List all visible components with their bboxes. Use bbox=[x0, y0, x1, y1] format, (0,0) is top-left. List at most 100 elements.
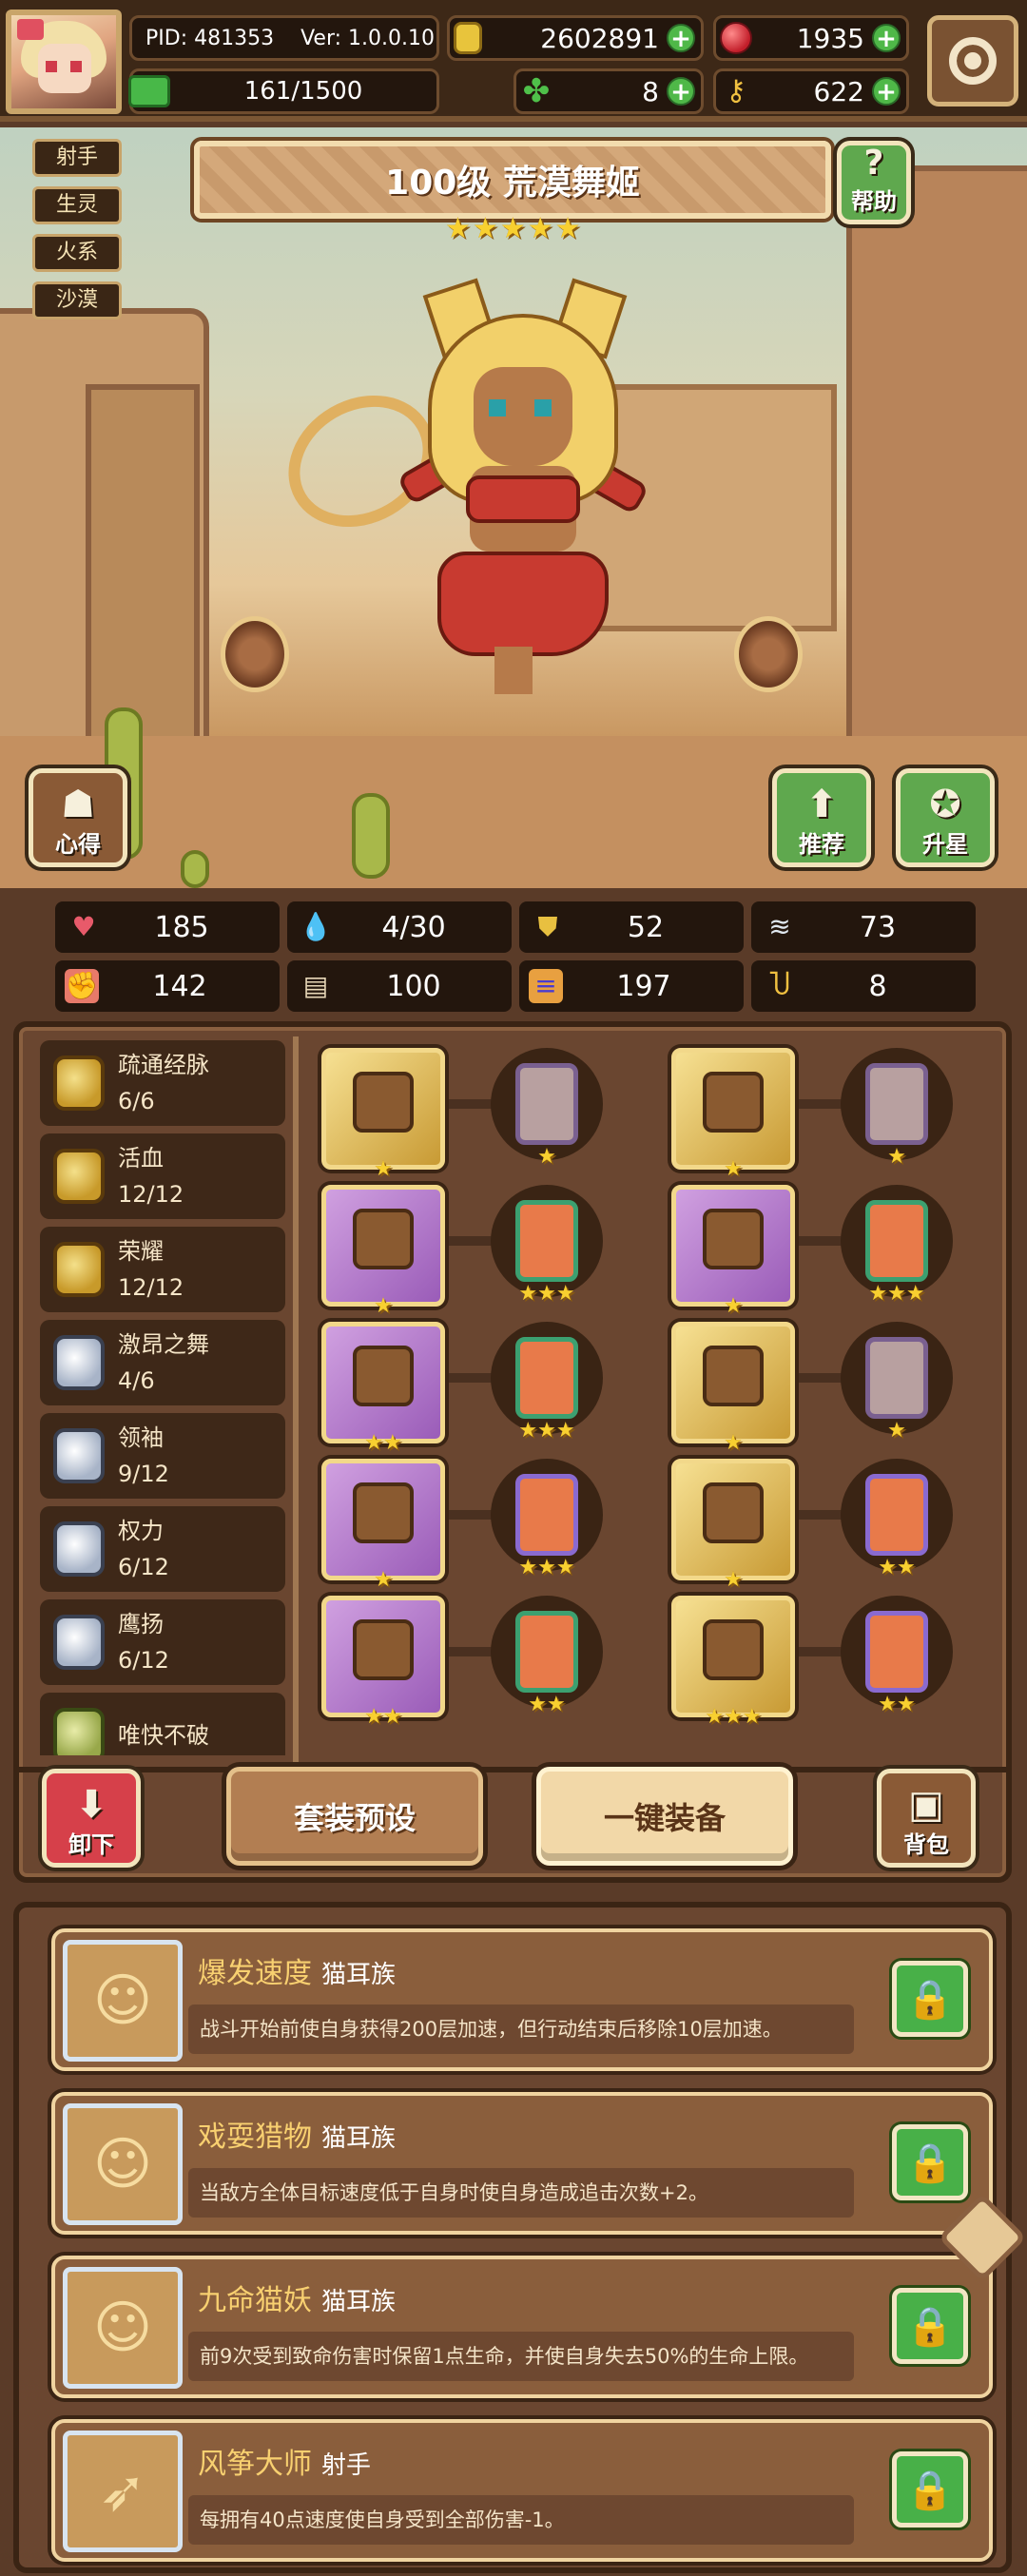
rune-slot[interactable]: ★★ bbox=[841, 1596, 953, 1715]
red-gem-icon bbox=[720, 22, 752, 54]
bow-icon: ➶ bbox=[63, 2431, 183, 2552]
gold-set-icon bbox=[53, 1056, 105, 1111]
skill-tribe: 猫耳族 bbox=[321, 1961, 397, 1989]
set-progress: 12/12 bbox=[118, 1274, 184, 1301]
down-arrow-icon: ⬇ bbox=[75, 1783, 107, 1827]
set-item[interactable]: 荣耀 12/12 bbox=[40, 1227, 285, 1312]
notes-button[interactable]: ☗ 心得 bbox=[29, 768, 127, 867]
skill-tribe: 射手 bbox=[321, 2451, 372, 2480]
set-progress: 6/12 bbox=[118, 1554, 169, 1580]
add-clover-button[interactable]: + bbox=[667, 77, 695, 106]
equip-slot-bracelet[interactable]: ★★ bbox=[321, 1596, 445, 1728]
hero-stars: ★ ★ ★ ★ ★ bbox=[445, 215, 581, 243]
add-gold-button[interactable]: + bbox=[667, 24, 695, 52]
equip-slot-necklace[interactable]: ★★ bbox=[321, 1322, 445, 1454]
equip-slot-helmet[interactable]: ★ bbox=[671, 1048, 795, 1180]
help-button[interactable]: ? 帮助 bbox=[837, 141, 911, 224]
set-item[interactable]: 疏通经脉 6/6 bbox=[40, 1040, 285, 1126]
set-item[interactable]: 活血 12/12 bbox=[40, 1133, 285, 1219]
gold-counter: 2602891 + bbox=[447, 15, 704, 61]
set-name: 领袖 bbox=[118, 1424, 164, 1451]
stat-value: 100 bbox=[386, 969, 441, 1003]
unequip-button[interactable]: ⬇ 卸下 bbox=[42, 1769, 141, 1868]
rune-slot[interactable]: ★★ bbox=[491, 1596, 603, 1715]
equip-slot-boots[interactable]: ★★★ bbox=[671, 1596, 795, 1728]
gem-counter: 1935 + bbox=[713, 15, 909, 61]
fist-icon: ✊ bbox=[65, 969, 99, 1003]
player-avatar[interactable] bbox=[6, 10, 122, 114]
set-item[interactable]: 鹰扬 6/12 bbox=[40, 1599, 285, 1685]
skills-panel: ☺ 爆发速度 猫耳族 战斗开始前使自身获得200层加速，但行动结束后移除10层加速… bbox=[13, 1902, 1012, 2573]
backpack-button[interactable]: ▣ 背包 bbox=[877, 1769, 976, 1868]
rune-slot[interactable]: ★ bbox=[841, 1048, 953, 1168]
lock-icon[interactable]: 🔒 bbox=[892, 2451, 968, 2528]
star-icon: ★ bbox=[445, 212, 471, 245]
set-progress: 6/12 bbox=[118, 1647, 169, 1674]
star-icon: ★ bbox=[554, 212, 581, 245]
gold-set-icon bbox=[53, 1149, 105, 1204]
skill-card[interactable]: ☺ 戏耍猎物 猫耳族 当敌方全体目标速度低于自身时使自身造成追击次数+2。 🔒 bbox=[51, 2092, 993, 2235]
clover-counter: ✤ 8 + bbox=[514, 68, 704, 114]
settings-button[interactable] bbox=[927, 15, 1018, 107]
skill-card[interactable]: ☺ 爆发速度 猫耳族 战斗开始前使自身获得200层加速，但行动结束后移除10层加速… bbox=[51, 1928, 993, 2071]
equip-slot-staff[interactable]: ★ bbox=[321, 1185, 445, 1317]
cat-icon: ☺ bbox=[63, 2267, 183, 2389]
rune-slot[interactable]: ★ bbox=[841, 1322, 953, 1442]
set-item[interactable]: 权力 6/12 bbox=[40, 1506, 285, 1592]
set-name: 鹰扬 bbox=[118, 1611, 164, 1637]
water-drop-icon: 💧 bbox=[299, 911, 333, 942]
equip-slot-belt[interactable]: ★ bbox=[671, 1459, 795, 1591]
lock-icon[interactable]: 🔒 bbox=[892, 1961, 968, 2037]
rune-slot[interactable]: ★★★ bbox=[491, 1185, 603, 1305]
add-key-button[interactable]: + bbox=[872, 77, 901, 106]
tag-archer[interactable]: 射手 bbox=[32, 139, 122, 177]
energy-icon bbox=[128, 75, 170, 107]
set-bonus-list[interactable]: 疏通经脉 6/6 活血 12/12 荣耀 12/12 激昂之舞 4/6 领袖 9/12 权… bbox=[40, 1040, 285, 1755]
tag-creature[interactable]: 生灵 bbox=[32, 186, 122, 224]
rune-slot[interactable]: ★★★ bbox=[491, 1459, 603, 1579]
set-item[interactable]: 激昂之舞 4/6 bbox=[40, 1320, 285, 1405]
stat-luck: Ⴎ 8 bbox=[751, 960, 976, 1012]
recommend-button[interactable]: ⬆ 推荐 bbox=[772, 768, 871, 867]
next-hero-arrow[interactable] bbox=[734, 616, 803, 692]
skill-card[interactable]: ➶ 风筝大师 射手 每拥有40点速度使自身受到全部伤害-1。 🔒 bbox=[51, 2419, 993, 2562]
star-icon: ★ bbox=[499, 212, 526, 245]
skill-name: 戏耍猎物 bbox=[198, 2121, 312, 2154]
robot-icon: ☗ bbox=[61, 783, 95, 826]
set-preset-button[interactable]: 套装预设 bbox=[226, 1767, 483, 1866]
key-value: 622 bbox=[813, 75, 864, 107]
set-name: 疏通经脉 bbox=[118, 1052, 209, 1078]
stat-value: 73 bbox=[859, 910, 897, 944]
wing-icon: ≋ bbox=[768, 911, 791, 942]
rune-slot[interactable]: ★★ bbox=[841, 1459, 953, 1579]
clover-icon: ✤ bbox=[522, 72, 551, 110]
tag-fire[interactable]: 火系 bbox=[32, 234, 122, 272]
lock-icon[interactable]: 🔒 bbox=[892, 2288, 968, 2364]
star-up-button[interactable]: ✪ 升星 bbox=[896, 768, 995, 867]
equip-slot-amulet[interactable]: ★ bbox=[321, 1459, 445, 1591]
equip-all-button[interactable]: 一键装备 bbox=[536, 1767, 793, 1866]
thumbs-up-icon: ⬆ bbox=[805, 783, 838, 826]
cat-icon: ☺ bbox=[63, 1940, 183, 2062]
tag-desert[interactable]: 沙漠 bbox=[32, 281, 122, 320]
skill-card[interactable]: ☺ 九命猫妖 猫耳族 前9次受到致命伤害时保留1点生命，并使自身失去50%的生命上… bbox=[51, 2256, 993, 2398]
stat-value: 197 bbox=[616, 969, 671, 1003]
rune-slot[interactable]: ★ bbox=[491, 1048, 603, 1168]
rune-slot[interactable]: ★★★ bbox=[841, 1185, 953, 1305]
rune-slot[interactable]: ★★★ bbox=[491, 1322, 603, 1442]
previous-hero-arrow[interactable] bbox=[221, 616, 289, 692]
equip-slot-mace[interactable]: ★ bbox=[321, 1048, 445, 1180]
set-progress: 12/12 bbox=[118, 1181, 184, 1208]
version-label: Ver: 1.0.0.10 bbox=[300, 26, 435, 50]
equip-slot-ring[interactable]: ★ bbox=[671, 1322, 795, 1454]
stat-value: 4/30 bbox=[381, 910, 446, 944]
stat-value: 8 bbox=[868, 969, 887, 1003]
hero-character bbox=[264, 276, 656, 694]
set-item[interactable]: 唯快不破 bbox=[40, 1693, 285, 1755]
set-item[interactable]: 领袖 9/12 bbox=[40, 1413, 285, 1499]
add-gem-button[interactable]: + bbox=[872, 24, 901, 52]
question-icon: ? bbox=[863, 144, 884, 183]
lock-icon[interactable]: 🔒 bbox=[892, 2124, 968, 2200]
equip-slot-armor[interactable]: ★ bbox=[671, 1185, 795, 1317]
gear-icon bbox=[949, 37, 997, 85]
